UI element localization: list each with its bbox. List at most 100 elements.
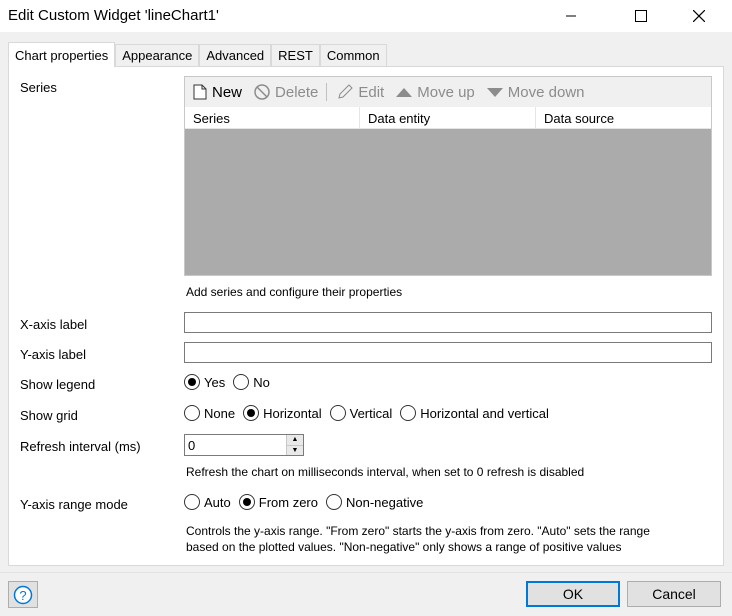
series-grid[interactable]: New Delete Edit Move up Move down Series… bbox=[184, 76, 712, 276]
radio-label: Yes bbox=[204, 374, 226, 390]
radio-label: No bbox=[253, 374, 270, 390]
series-hint: Add series and configure their propertie… bbox=[186, 285, 403, 299]
grid-none-radio[interactable]: None bbox=[184, 405, 235, 421]
help-button[interactable]: ? bbox=[8, 581, 38, 608]
close-icon bbox=[693, 10, 705, 22]
minimize-icon bbox=[566, 15, 576, 17]
move-up-label: Move up bbox=[417, 83, 475, 101]
arrow-up-icon bbox=[396, 86, 413, 98]
close-button[interactable] bbox=[676, 0, 722, 32]
tab-label: Common bbox=[326, 48, 380, 63]
delete-button-label: Delete bbox=[275, 83, 319, 101]
refresh-interval-label: Refresh interval (ms) bbox=[20, 439, 141, 454]
tab-chart-properties[interactable]: Chart properties bbox=[8, 42, 116, 67]
radio-button bbox=[184, 494, 200, 510]
tab-label: Appearance bbox=[122, 48, 193, 63]
series-label: Series bbox=[20, 80, 57, 95]
move-down-label: Move down bbox=[507, 83, 585, 101]
column-label: Series bbox=[193, 110, 230, 126]
window-title: Edit Custom Widget 'lineChart1' bbox=[8, 7, 219, 24]
x-axis-label: X-axis label bbox=[20, 317, 88, 332]
tab-rest[interactable]: REST bbox=[271, 44, 320, 66]
radio-button bbox=[329, 405, 346, 421]
show-grid-label: Show grid bbox=[20, 408, 78, 423]
stepper-down-button[interactable]: ▼ bbox=[287, 444, 303, 455]
delete-icon bbox=[254, 84, 270, 100]
column-label: Data source bbox=[544, 110, 615, 126]
range-non-negative-radio[interactable]: Non-negative bbox=[325, 494, 424, 510]
show-legend-radio-group: Yes No bbox=[184, 374, 278, 390]
series-toolbar: New Delete Edit Move up Move down bbox=[185, 77, 711, 107]
column-header-series[interactable]: Series bbox=[185, 107, 360, 129]
radio-button-checked bbox=[184, 374, 200, 390]
triangle-down-icon: ▼ bbox=[291, 446, 299, 454]
legend-no-radio[interactable]: No bbox=[233, 374, 270, 390]
radio-label: From zero bbox=[258, 494, 318, 510]
grid-vertical-radio[interactable]: Vertical bbox=[329, 405, 393, 421]
ok-button[interactable]: OK bbox=[526, 581, 620, 607]
ok-button-label: OK bbox=[562, 586, 584, 602]
tab-common[interactable]: Common bbox=[319, 44, 387, 66]
tab-advanced[interactable]: Advanced bbox=[199, 44, 272, 66]
question-mark-icon: ? bbox=[13, 585, 33, 604]
new-button-label: New bbox=[212, 83, 243, 101]
radio-button bbox=[184, 405, 200, 421]
minimize-button[interactable] bbox=[548, 0, 594, 32]
radio-button bbox=[325, 494, 342, 510]
move-down-button[interactable]: Move down bbox=[486, 83, 585, 101]
tab-label: Advanced bbox=[206, 48, 265, 63]
y-range-label: Y-axis range mode bbox=[20, 497, 128, 512]
radio-label: Auto bbox=[204, 494, 231, 510]
show-legend-label: Show legend bbox=[20, 377, 96, 392]
radio-button bbox=[400, 405, 417, 421]
range-from-zero-radio[interactable]: From zero bbox=[238, 494, 318, 510]
y-range-hint-line1: Controls the y-axis range. "From zero" s… bbox=[186, 524, 650, 538]
radio-label: Vertical bbox=[349, 405, 393, 421]
show-grid-radio-group: None Horizontal Vertical Horizontal and … bbox=[184, 405, 557, 421]
cancel-button-label: Cancel bbox=[652, 586, 696, 602]
refresh-interval-value: 0 bbox=[188, 438, 196, 453]
maximize-button[interactable] bbox=[618, 0, 664, 32]
y-range-hint-line2: based on the plotted values. "Non-negati… bbox=[186, 540, 622, 554]
radio-label: Horizontal and vertical bbox=[420, 405, 549, 421]
refresh-interval-stepper[interactable]: 0 ▲ ▼ bbox=[184, 434, 304, 456]
move-up-button[interactable]: Move up bbox=[396, 84, 475, 101]
radio-button bbox=[233, 374, 250, 390]
y-axis-label: Y-axis label bbox=[20, 347, 87, 362]
tab-appearance[interactable]: Appearance bbox=[115, 44, 200, 66]
y-range-radio-group: Auto From zero Non-negative bbox=[184, 494, 431, 510]
column-label: Data entity bbox=[368, 110, 431, 126]
radio-label: Non-negative bbox=[345, 494, 424, 510]
triangle-up-icon: ▲ bbox=[291, 436, 299, 444]
refresh-hint: Refresh the chart on milliseconds interv… bbox=[186, 465, 585, 479]
tab-label: REST bbox=[278, 48, 313, 63]
range-auto-radio[interactable]: Auto bbox=[184, 494, 231, 510]
title-bar: Edit Custom Widget 'lineChart1' bbox=[0, 0, 732, 32]
maximize-icon bbox=[635, 10, 647, 22]
toolbar-separator bbox=[326, 83, 328, 101]
stepper-up-button[interactable]: ▲ bbox=[287, 435, 303, 445]
new-document-icon bbox=[193, 84, 207, 100]
column-header-data-entity[interactable]: Data entity bbox=[360, 107, 536, 129]
chart-properties-panel: Series New Delete Edit Move up Move down… bbox=[8, 66, 724, 566]
edit-button[interactable]: Edit bbox=[337, 84, 384, 101]
grid-horizontal-radio[interactable]: Horizontal bbox=[243, 405, 322, 421]
new-button[interactable]: New bbox=[193, 84, 242, 101]
stepper-buttons: ▲ ▼ bbox=[286, 435, 303, 455]
grid-both-radio[interactable]: Horizontal and vertical bbox=[400, 405, 549, 421]
series-grid-header: Series Data entity Data source bbox=[185, 107, 711, 129]
cancel-button[interactable]: Cancel bbox=[627, 581, 721, 607]
edit-button-label: Edit bbox=[358, 83, 385, 101]
delete-button[interactable]: Delete bbox=[254, 84, 318, 101]
pencil-icon bbox=[337, 84, 354, 100]
tab-label: Chart properties bbox=[15, 47, 109, 63]
legend-yes-radio[interactable]: Yes bbox=[184, 374, 225, 390]
arrow-down-icon bbox=[486, 86, 503, 98]
y-axis-input[interactable] bbox=[184, 342, 712, 363]
column-header-data-source[interactable]: Data source bbox=[536, 107, 711, 129]
x-axis-input[interactable] bbox=[184, 312, 712, 333]
svg-text:?: ? bbox=[19, 588, 26, 603]
footer-divider bbox=[0, 572, 732, 573]
radio-label: None bbox=[204, 405, 236, 421]
radio-label: Horizontal bbox=[263, 405, 322, 421]
